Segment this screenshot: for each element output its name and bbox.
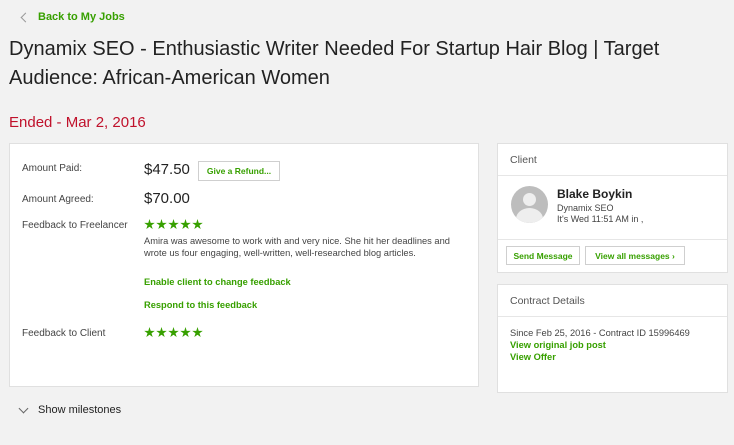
view-all-messages-button[interactable]: View all messages › (585, 246, 685, 265)
amount-paid-value: $47.50 (144, 161, 190, 178)
divider (498, 239, 727, 240)
back-to-jobs-link[interactable]: Back to My Jobs (20, 11, 125, 23)
star-icon (168, 219, 179, 230)
client-card: Client Blake Boykin Dynamix SEO It's Wed… (497, 143, 728, 273)
client-company: Dynamix SEO (557, 203, 614, 213)
client-local-time: It's Wed 11:51 AM in , (557, 214, 644, 224)
freelancer-rating-stars (144, 219, 203, 230)
star-icon (156, 219, 167, 230)
star-icon (192, 219, 203, 230)
contract-since-text: Since Feb 25, 2016 - Contract ID 1599646… (510, 328, 690, 338)
star-icon (192, 327, 203, 338)
star-icon (144, 327, 155, 338)
job-status: Ended - Mar 2, 2016 (9, 114, 146, 131)
client-name: Blake Boykin (557, 187, 633, 201)
job-title: Dynamix SEO - Enthusiastic Writer Needed… (9, 38, 660, 89)
back-link-label: Back to My Jobs (38, 11, 125, 23)
feedback-to-client-label: Feedback to Client (22, 328, 106, 339)
chevron-left-icon (20, 12, 31, 23)
give-refund-button[interactable]: Give a Refund... (198, 161, 280, 181)
amount-agreed-value: $70.00 (144, 190, 190, 207)
avatar-body-shape (516, 208, 543, 223)
contract-summary-panel: Amount Paid: $47.50 Give a Refund... Amo… (9, 143, 479, 387)
avatar (511, 186, 548, 223)
star-icon (180, 219, 191, 230)
view-offer-link[interactable]: View Offer (510, 352, 556, 362)
client-rating-stars (144, 327, 203, 338)
chevron-down-icon (18, 403, 29, 413)
star-icon (180, 327, 191, 338)
send-message-button[interactable]: Send Message (506, 246, 580, 265)
feedback-to-freelancer-label: Feedback to Freelancer (22, 220, 128, 231)
amount-paid-label: Amount Paid: (22, 163, 83, 174)
star-icon (168, 327, 179, 338)
contract-details-card: Contract Details Since Feb 25, 2016 - Co… (497, 284, 728, 393)
freelancer-feedback-text: Amira was awesome to work with and very … (144, 236, 450, 259)
star-icon (144, 219, 155, 230)
enable-change-feedback-link[interactable]: Enable client to change feedback (144, 277, 291, 287)
avatar-head-shape (523, 193, 536, 206)
amount-agreed-label: Amount Agreed: (22, 194, 94, 205)
respond-feedback-link[interactable]: Respond to this feedback (144, 300, 257, 310)
client-card-header: Client (498, 144, 727, 176)
show-milestones-label: Show milestones (38, 404, 122, 416)
view-job-post-link[interactable]: View original job post (510, 340, 606, 350)
show-milestones-toggle[interactable]: Show milestones (18, 403, 122, 416)
contract-details-header: Contract Details (498, 285, 727, 317)
star-icon (156, 327, 167, 338)
